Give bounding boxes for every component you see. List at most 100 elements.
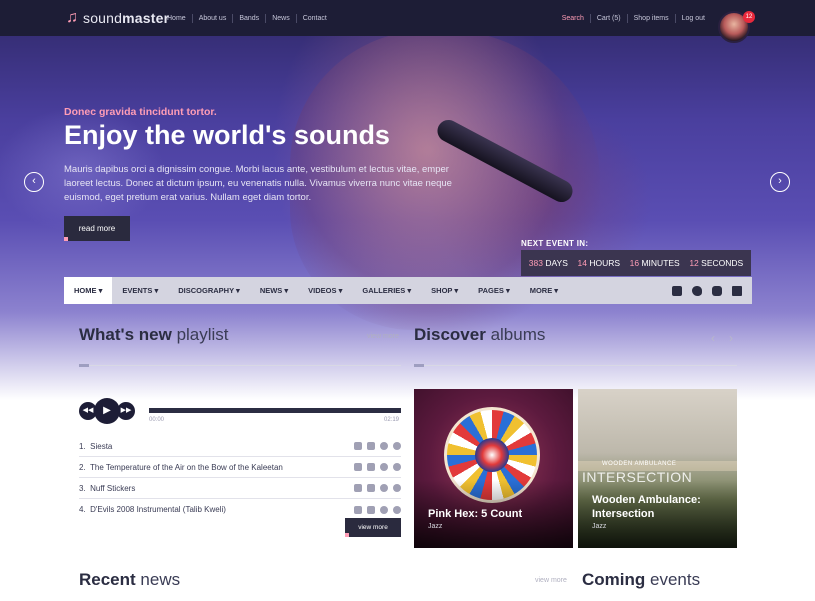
cart-icon[interactable] — [367, 505, 375, 514]
twitter-icon[interactable] — [692, 285, 702, 296]
playlist-view-more-button[interactable]: view more — [345, 518, 401, 537]
whats-new-title: What's new playlist — [79, 325, 229, 345]
top-nav-news[interactable]: News — [265, 14, 296, 23]
main-nav-more[interactable]: MORE ▾ — [520, 277, 568, 304]
music-note-icon: ♫ — [66, 9, 78, 26]
logout-link[interactable]: Log out — [674, 14, 711, 23]
track-name: Siesta — [90, 441, 113, 451]
main-nav: HOME ▾ EVENTS ▾ DISCOGRAPHY ▾ NEWS ▾ VID… — [64, 277, 752, 304]
lyrics-icon[interactable] — [354, 442, 362, 450]
playlist-divider — [79, 364, 401, 367]
main-nav-news[interactable]: NEWS ▾ — [250, 277, 298, 304]
whats-new-title-light: playlist — [176, 325, 229, 344]
hero-body: Mauris dapibus orci a dignissim congue. … — [64, 164, 452, 203]
whats-new-title-bold: What's new — [79, 325, 172, 344]
slider-prev-icon[interactable]: ‹ — [24, 172, 44, 192]
audio-player-controls: ◀◀ ▶ ▶▶ — [79, 398, 135, 424]
read-more-button[interactable]: read more — [64, 216, 130, 241]
facebook-icon[interactable] — [672, 285, 682, 296]
discover-title-light: albums — [490, 325, 546, 344]
time-total: 02:19 — [384, 417, 400, 423]
main-nav-videos[interactable]: VIDEOS ▾ — [298, 277, 352, 304]
album-card[interactable]: WOODEN AMBULANCE INTERSECTION Wooden Amb… — [578, 389, 737, 548]
spotify-icon[interactable] — [380, 463, 388, 471]
soundcloud-icon[interactable] — [393, 463, 401, 471]
main-nav-shop[interactable]: SHOP ▾ — [421, 277, 468, 304]
nav-label: MORE — [529, 286, 553, 295]
caret-down-icon: ▾ — [454, 286, 459, 295]
countdown-days: 383 DAYS — [529, 258, 568, 268]
linkedin-icon[interactable] — [732, 285, 742, 296]
track-row[interactable]: 1. Siesta — [79, 436, 401, 457]
recent-news-title-bold: Recent — [79, 570, 136, 589]
lyrics-icon[interactable] — [354, 505, 362, 514]
albums-divider — [414, 364, 737, 367]
search-link[interactable]: Search — [556, 14, 590, 23]
youtube-icon[interactable] — [712, 285, 722, 296]
audio-progress-bar[interactable] — [149, 408, 401, 413]
track-actions — [354, 505, 401, 514]
soundcloud-icon[interactable] — [393, 484, 401, 492]
spotify-icon[interactable] — [380, 442, 388, 450]
track-actions — [354, 463, 401, 471]
coming-events-title-light: events — [650, 570, 701, 589]
album-card[interactable]: Pink Hex: 5 Count Jazz — [414, 389, 573, 548]
track-name: The Temperature of the Air on the Bow of… — [89, 462, 283, 472]
track-row[interactable]: 2. The Temperature of the Air on the Bow… — [79, 457, 401, 478]
soundcloud-icon[interactable] — [393, 442, 401, 450]
spotify-icon[interactable] — [380, 484, 388, 492]
main-nav-pages[interactable]: PAGES ▾ — [468, 277, 520, 304]
soundcloud-icon[interactable] — [393, 505, 401, 514]
track-actions — [354, 442, 401, 450]
track-row[interactable]: 4. D'Evils 2008 Instrumental (Talib Kwel… — [79, 499, 401, 520]
top-nav-bands[interactable]: Bands — [232, 14, 265, 23]
main-nav-events[interactable]: EVENTS ▾ — [112, 277, 168, 304]
top-nav-about[interactable]: About us — [191, 14, 233, 23]
caret-down-icon: ▾ — [407, 286, 412, 295]
discover-title-bold: Discover — [414, 325, 486, 344]
albums-next-icon[interactable]: › — [729, 331, 733, 345]
hero-kicker: Donec gravida tincidunt tortor. — [64, 106, 217, 118]
track-number: 4. — [79, 505, 86, 514]
top-nav-contact[interactable]: Contact — [295, 14, 333, 23]
main-nav-galleries[interactable]: GALLERIES ▾ — [352, 277, 421, 304]
notification-badge: 12 — [743, 11, 755, 23]
coming-events-title: Coming events — [582, 570, 700, 590]
cart-link[interactable]: Cart (5) — [589, 14, 627, 23]
recent-news-title: Recent news — [79, 570, 180, 590]
top-nav: Home About us Bands News Contact — [161, 14, 333, 23]
news-view-more-link[interactable]: view more — [535, 577, 567, 584]
countdown-days-unit: DAYS — [545, 258, 568, 268]
slider-next-icon[interactable]: › — [770, 172, 790, 192]
playlist-view-more-link[interactable]: view more — [367, 333, 399, 340]
logo[interactable]: ♫ soundmaster — [66, 9, 169, 27]
lyrics-icon[interactable] — [354, 484, 362, 492]
lyrics-icon[interactable] — [354, 463, 362, 471]
caret-down-icon: ▾ — [505, 286, 510, 295]
cart-icon[interactable] — [367, 463, 375, 471]
track-title: 4. D'Evils 2008 Instrumental (Talib Kwel… — [79, 505, 354, 514]
caret-down-icon: ▾ — [338, 286, 343, 295]
track-row[interactable]: 3. Nuff Stickers — [79, 478, 401, 499]
top-nav-home[interactable]: Home — [161, 14, 192, 23]
caret-down-icon: ▾ — [154, 286, 159, 295]
countdown-minutes-unit: MINUTES — [641, 258, 680, 268]
nav-label: SHOP — [431, 286, 453, 295]
cart-icon[interactable] — [367, 484, 375, 492]
nav-label: HOME — [74, 286, 97, 295]
social-links — [672, 277, 742, 304]
play-icon[interactable]: ▶ — [94, 398, 120, 424]
main-nav-home[interactable]: HOME ▾ — [64, 277, 113, 304]
album-genre: Jazz — [428, 523, 443, 530]
top-links: Search Cart (5) Shop items Log out — [556, 14, 711, 23]
cart-icon[interactable] — [367, 442, 375, 450]
nav-label: PAGES — [478, 286, 504, 295]
albums-prev-icon[interactable]: ‹ — [711, 331, 715, 345]
nav-label: NEWS — [259, 286, 283, 295]
spotify-icon[interactable] — [380, 505, 388, 514]
logo-light: sound — [83, 10, 123, 26]
shop-items-link[interactable]: Shop items — [626, 14, 675, 23]
main-nav-discography[interactable]: DISCOGRAPHY ▾ — [168, 277, 250, 304]
nav-label: VIDEOS — [308, 286, 337, 295]
countdown-hours-value: 14 — [577, 258, 587, 268]
